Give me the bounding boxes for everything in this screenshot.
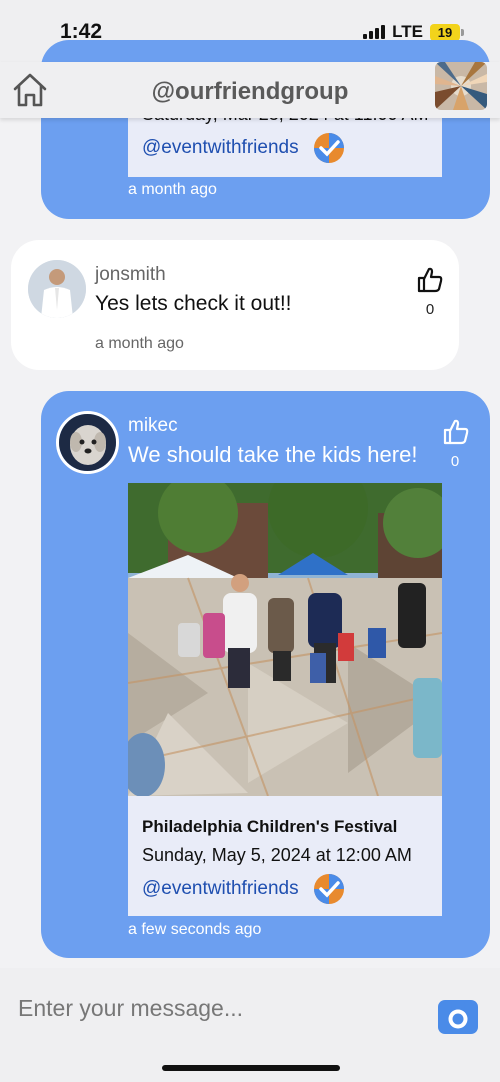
message-username: jonsmith [95,264,166,285]
event-date: Sunday, May 5, 2024 at 12:00 AM [142,845,412,865]
verified-badge-icon [313,874,344,904]
user-avatar[interactable] [28,260,86,318]
message-username: mikec [128,415,178,436]
camera-button[interactable] [438,1000,478,1034]
event-link[interactable]: @eventwithfriends [142,137,299,159]
message-timestamp: a month ago [128,181,217,198]
like-count: 0 [450,453,460,470]
home-indicator [162,1065,340,1071]
thumbs-up-icon[interactable] [416,266,444,294]
user-avatar[interactable] [56,411,119,474]
message-text: Yes lets check it out!! [95,292,292,315]
event-title: Philadelphia Children's Festival [142,817,398,836]
group-title: @ourfriendgroup [151,78,349,105]
event-link-row[interactable]: @eventwithfriends [142,132,345,164]
message-text: We should take the kids here! [128,442,418,467]
signal-icon [363,25,386,39]
network-type: LTE [392,22,423,41]
event-link-row[interactable]: @eventwithfriends [142,873,345,905]
like-count: 0 [425,301,435,318]
message-input[interactable] [18,990,418,1026]
message-timestamp: a month ago [95,335,184,352]
thumbs-up-icon[interactable] [442,418,470,446]
group-avatar[interactable] [435,62,487,110]
event-photo[interactable] [128,483,442,796]
message-timestamp: a few seconds ago [128,921,262,938]
camera-icon [448,1002,468,1029]
event-link[interactable]: @eventwithfriends [142,878,299,900]
verified-badge-icon [313,133,344,163]
app-header: @ourfriendgroup [0,62,500,118]
battery-level: 19 [430,23,460,41]
battery-icon: 19 [430,23,464,41]
status-indicators: LTE 19 [363,22,464,42]
